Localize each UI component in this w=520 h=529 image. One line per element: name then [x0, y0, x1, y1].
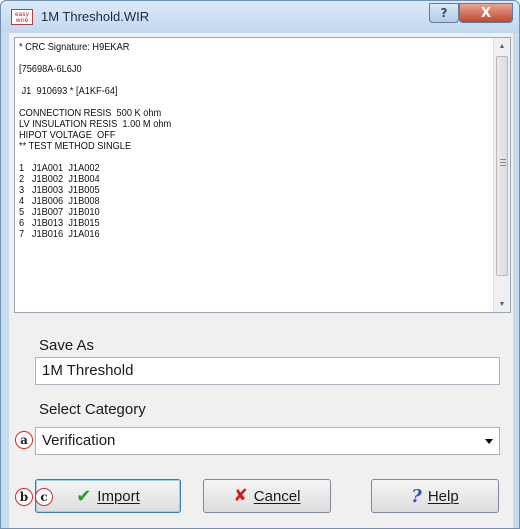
text-line: [75698A-6L6J0 — [19, 63, 82, 75]
wir-content-lines: * CRC Signature: H9EKAR [75698A-6L6J0 J1 … — [19, 42, 433, 308]
check-icon: ✔ — [76, 485, 92, 507]
select-category-label: Select Category — [39, 401, 146, 418]
text-line: J1 910693 * [A1KF-64] — [19, 85, 118, 97]
help-title-button[interactable]: ? — [429, 3, 459, 23]
dialog-client: * CRC Signature: H9EKAR [75698A-6L6J0 J1 … — [9, 33, 513, 528]
scroll-thumb[interactable] — [496, 56, 508, 276]
cancel-button[interactable]: ✘ Cancel — [203, 479, 331, 513]
category-selected-value: Verification — [42, 432, 116, 449]
text-line: * CRC Signature: H9EKAR — [19, 42, 130, 53]
x-icon: ✘ — [233, 486, 248, 506]
help-button-label: Help — [427, 487, 459, 505]
save-as-label: Save As — [39, 337, 95, 354]
callout-c: c — [35, 488, 53, 506]
question-icon: ? — [411, 485, 422, 507]
category-select[interactable]: Verification — [35, 427, 500, 455]
grip-icon — [500, 159, 506, 166]
app-icon: easy wire — [11, 9, 33, 25]
scroll-up-arrow-icon[interactable]: ▲ — [494, 38, 510, 54]
wir-content-textbox[interactable]: * CRC Signature: H9EKAR [75698A-6L6J0 J1 … — [14, 37, 511, 313]
close-button[interactable]: X — [459, 3, 513, 23]
window-title: 1M Threshold.WIR — [41, 9, 150, 24]
callout-b: b — [15, 488, 33, 506]
chevron-down-icon[interactable] — [485, 439, 493, 444]
callout-a: a — [15, 431, 33, 449]
dialog-window: easy wire 1M Threshold.WIR ? X * CRC Sig… — [0, 0, 520, 529]
import-button-label: Import — [97, 487, 140, 505]
cancel-button-label: Cancel — [253, 487, 301, 505]
save-as-input[interactable]: 1M Threshold — [35, 357, 500, 385]
vertical-scrollbar[interactable]: ▲ ▼ — [493, 38, 510, 312]
title-bar[interactable]: easy wire 1M Threshold.WIR ? X — [1, 1, 519, 33]
text-line: 7 J1B016 J1A016 — [19, 228, 100, 240]
scroll-down-arrow-icon[interactable]: ▼ — [494, 296, 510, 312]
help-button[interactable]: ? Help — [371, 479, 499, 513]
import-button[interactable]: ✔ Import — [35, 479, 181, 513]
text-line: ** TEST METHOD SINGLE — [19, 140, 132, 152]
